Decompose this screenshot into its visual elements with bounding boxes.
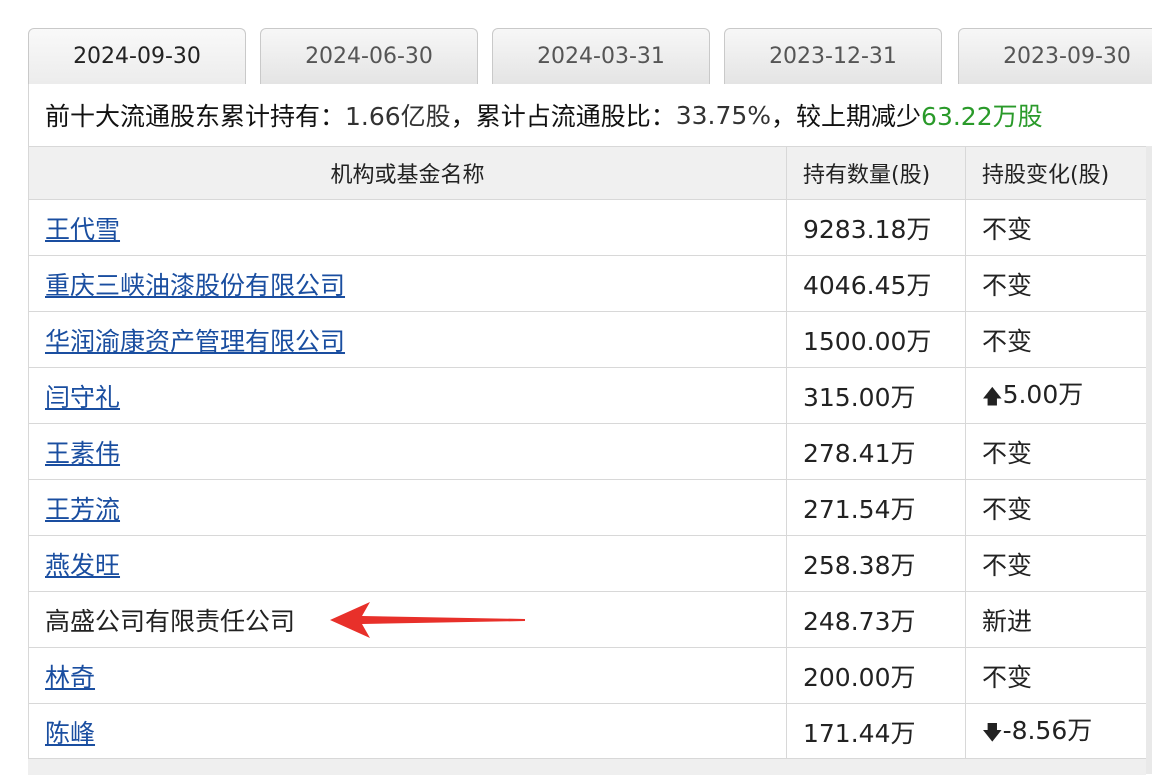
holder-link[interactable]: 燕发旺 bbox=[45, 551, 120, 580]
holder-link[interactable]: 华润渝康资产管理有限公司 bbox=[45, 327, 345, 356]
holder-link[interactable]: 闫守礼 bbox=[45, 383, 120, 412]
tab-2024-06-30[interactable]: 2024-06-30 bbox=[260, 28, 478, 84]
holding-change: 不变 bbox=[965, 311, 1147, 368]
table-row: 王芳流 271.54万 不变 bbox=[28, 479, 1147, 536]
holder-link[interactable]: 林奇 bbox=[45, 663, 95, 692]
table-row: 燕发旺 258.38万 不变 bbox=[28, 535, 1147, 592]
table-header-row: 机构或基金名称 持有数量(股) 持股变化(股) bbox=[28, 146, 1147, 200]
holding-change: 不变 bbox=[965, 647, 1147, 704]
holder-link[interactable]: 重庆三峡油漆股份有限公司 bbox=[45, 271, 345, 300]
top-holders-table: 机构或基金名称 持有数量(股) 持股变化(股) 王代雪 9283.18万 不变 … bbox=[28, 146, 1147, 760]
header-qty: 持有数量(股) bbox=[786, 146, 966, 200]
summary-total: 1.66亿股 bbox=[345, 102, 451, 131]
header-change: 持股变化(股) bbox=[965, 146, 1147, 200]
holding-quantity: 200.00万 bbox=[786, 647, 966, 704]
holding-change-value: 5.00万 bbox=[1002, 380, 1084, 409]
holding-quantity: 9283.18万 bbox=[786, 199, 966, 256]
tab-2024-09-30[interactable]: 2024-09-30 bbox=[28, 28, 246, 84]
table-footer bbox=[28, 758, 1146, 775]
header-name: 机构或基金名称 bbox=[28, 146, 787, 200]
table-row: 林奇 200.00万 不变 bbox=[28, 647, 1147, 704]
table-row: 华润渝康资产管理有限公司 1500.00万 不变 bbox=[28, 311, 1147, 368]
scrollbar-track[interactable] bbox=[1146, 146, 1152, 774]
holding-quantity: 315.00万 bbox=[786, 367, 966, 424]
table-row: 陈峰 171.44万 🡇-8.56万 bbox=[28, 703, 1147, 760]
holding-quantity: 4046.45万 bbox=[786, 255, 966, 312]
table-row: 闫守礼 315.00万 🡅5.00万 bbox=[28, 367, 1147, 424]
holding-change: 新进 bbox=[965, 591, 1147, 648]
holding-change: 不变 bbox=[965, 423, 1147, 480]
summary-label-ratio: ，累计占流通股比： bbox=[450, 102, 676, 131]
red-pointer-arrow-icon bbox=[330, 602, 525, 638]
holding-quantity: 1500.00万 bbox=[786, 311, 966, 368]
summary-ratio: 33.75% bbox=[675, 100, 772, 130]
holding-quantity: 271.54万 bbox=[786, 479, 966, 536]
holder-name: 高盛公司有限责任公司 bbox=[45, 606, 296, 636]
holding-change: 不变 bbox=[965, 479, 1147, 536]
holding-change: 不变 bbox=[965, 255, 1147, 312]
holder-summary: 前十大流通股东累计持有： 1.66亿股 ，累计占流通股比： 33.75% ，较上… bbox=[28, 84, 1152, 146]
period-tabs: 2024-09-30 2024-06-30 2024-03-31 2023-12… bbox=[0, 0, 1152, 84]
table-row: 王素伟 278.41万 不变 bbox=[28, 423, 1147, 480]
holding-change: 不变 bbox=[965, 199, 1147, 256]
holder-link[interactable]: 陈峰 bbox=[45, 719, 95, 748]
holder-link[interactable]: 王芳流 bbox=[45, 495, 120, 524]
table-row: 重庆三峡油漆股份有限公司 4046.45万 不变 bbox=[28, 255, 1147, 312]
tab-2023-12-31[interactable]: 2023-12-31 bbox=[724, 28, 942, 84]
summary-label-change: ，较上期减少 bbox=[771, 102, 922, 131]
summary-label-holdings: 前十大流通股东累计持有： bbox=[45, 102, 346, 131]
up-arrow-icon: 🡅 bbox=[982, 384, 1003, 408]
holding-change-value: -8.56万 bbox=[1002, 716, 1093, 745]
down-arrow-icon: 🡇 bbox=[982, 720, 1003, 744]
holding-quantity: 258.38万 bbox=[786, 535, 966, 592]
holding-change: 🡇-8.56万 bbox=[965, 703, 1147, 760]
holding-quantity: 171.44万 bbox=[786, 703, 966, 760]
table-row: 王代雪 9283.18万 不变 bbox=[28, 199, 1147, 256]
holding-quantity: 248.73万 bbox=[786, 591, 966, 648]
table-row: 高盛公司有限责任公司 248.73万 新进 bbox=[28, 591, 1147, 648]
holding-change: 不变 bbox=[965, 535, 1147, 592]
holder-link[interactable]: 王代雪 bbox=[45, 215, 120, 244]
tab-2023-09-30[interactable]: 2023-09-30 bbox=[958, 28, 1152, 84]
holding-quantity: 278.41万 bbox=[786, 423, 966, 480]
holding-change: 🡅5.00万 bbox=[965, 367, 1147, 424]
summary-change: 63.22万股 bbox=[921, 102, 1043, 131]
holder-link[interactable]: 王素伟 bbox=[45, 439, 120, 468]
tab-2024-03-31[interactable]: 2024-03-31 bbox=[492, 28, 710, 84]
